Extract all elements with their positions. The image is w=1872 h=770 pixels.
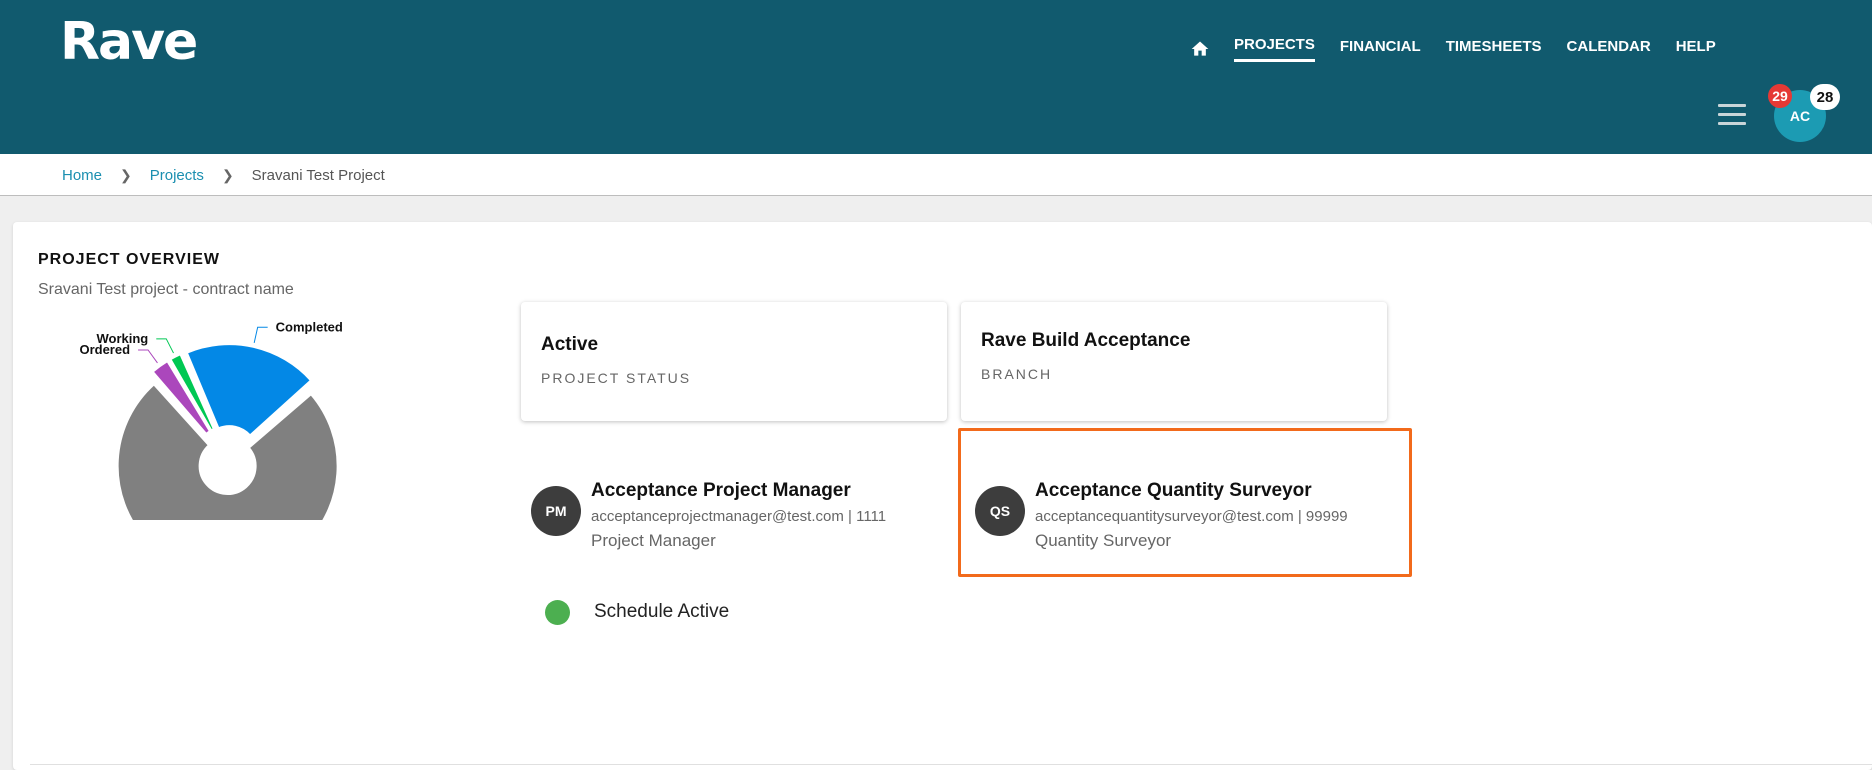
schedule-status-icon bbox=[545, 600, 570, 625]
pie-leader-line bbox=[156, 338, 174, 354]
avatar: QS bbox=[975, 486, 1025, 536]
task-status-pie-chart: OrderedWorkingCompletedOpen bbox=[79, 319, 343, 520]
person-contact: acceptancequantitysurveyor@test.com | 99… bbox=[1035, 508, 1348, 525]
person-name: Acceptance Project Manager bbox=[591, 480, 851, 501]
person-role: Project Manager bbox=[591, 531, 716, 550]
pie-leader-line bbox=[253, 326, 268, 343]
nav-projects[interactable]: PROJECTS bbox=[1234, 36, 1315, 62]
branch-label: BRANCH bbox=[981, 366, 1053, 382]
status-label: PROJECT STATUS bbox=[541, 370, 692, 386]
notification-badge[interactable]: 29 bbox=[1768, 84, 1792, 108]
branch-box: Rave Build Acceptance BRANCH bbox=[961, 302, 1387, 421]
nav-financial[interactable]: FINANCIAL bbox=[1340, 38, 1421, 61]
person-name: Acceptance Quantity Surveyor bbox=[1035, 480, 1312, 501]
logo[interactable]: Rave bbox=[60, 12, 198, 72]
branch-value: Rave Build Acceptance bbox=[981, 330, 1191, 351]
nav-help[interactable]: HELP bbox=[1676, 38, 1716, 61]
message-badge[interactable]: 28 bbox=[1810, 84, 1840, 110]
pie-leader-line bbox=[138, 349, 158, 364]
pie-label-working: Working bbox=[96, 331, 148, 346]
avatar: PM bbox=[531, 486, 581, 536]
status-value: Active bbox=[541, 334, 599, 355]
nav-timesheets[interactable]: TIMESHEETS bbox=[1446, 38, 1542, 61]
top-bar: Rave PROJECTS FINANCIAL TIMESHEETS CALEN… bbox=[0, 0, 1872, 154]
home-icon[interactable] bbox=[1190, 39, 1210, 59]
menu-icon[interactable] bbox=[1718, 104, 1746, 128]
schedule-status: Schedule Active bbox=[594, 601, 730, 622]
status-box: Active PROJECT STATUS bbox=[521, 302, 947, 421]
main-nav: PROJECTS FINANCIAL TIMESHEETS CALENDAR H… bbox=[1190, 36, 1741, 62]
highlight-box bbox=[958, 428, 1412, 577]
divider bbox=[30, 764, 1872, 765]
person-contact: acceptanceprojectmanager@test.com | 1111 bbox=[591, 508, 887, 525]
nav-calendar[interactable]: CALENDAR bbox=[1567, 38, 1651, 61]
pie-label-completed: Completed bbox=[276, 319, 343, 334]
person-role: Quantity Surveyor bbox=[1035, 531, 1172, 550]
